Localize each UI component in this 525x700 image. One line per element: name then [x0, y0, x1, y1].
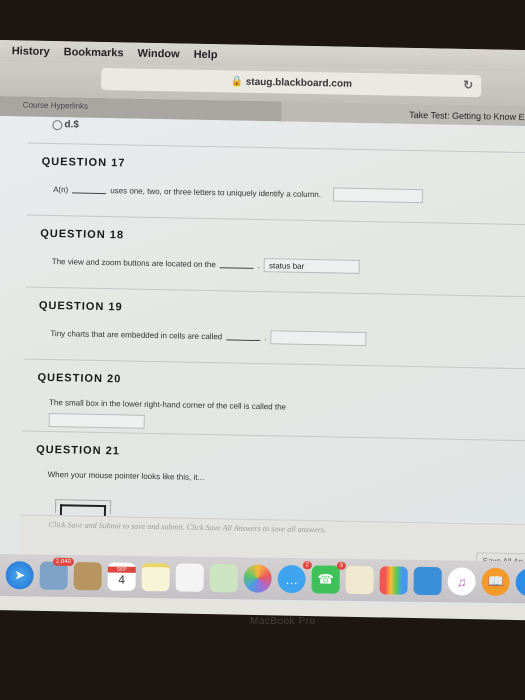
- question-title: QUESTION 18: [40, 227, 125, 242]
- question-20: QUESTION 20 The small box in the lower r…: [22, 358, 525, 441]
- maps-icon[interactable]: [209, 563, 238, 593]
- question-title: QUESTION 21: [36, 443, 120, 458]
- answer-input[interactable]: [270, 330, 367, 347]
- menu-history[interactable]: History: [12, 45, 50, 58]
- reload-icon[interactable]: ↻: [463, 78, 473, 92]
- bezel-label: MacBook Pro: [250, 616, 316, 627]
- notification-badge: 2: [302, 561, 312, 570]
- blank-line: [226, 332, 261, 342]
- app-store-icon[interactable]: A: [515, 568, 525, 597]
- question-title: QUESTION 20: [37, 371, 122, 386]
- facetime-icon[interactable]: ☎ 3: [311, 561, 346, 594]
- numbers-icon[interactable]: [379, 566, 408, 595]
- itunes-icon[interactable]: ♫: [447, 567, 476, 596]
- question-title: QUESTION 19: [38, 299, 123, 314]
- messages-icon[interactable]: … 2: [277, 561, 312, 594]
- question-19: QUESTION 19 Tiny charts that are embedde…: [23, 286, 525, 369]
- question-title: QUESTION 17: [41, 155, 126, 170]
- answer-input[interactable]: [263, 258, 361, 274]
- pointer-image: [54, 499, 112, 515]
- blank-line: [72, 185, 107, 195]
- reminders-icon[interactable]: [175, 563, 204, 592]
- question-17: QUESTION 17 A(n) uses one, two, or three …: [26, 142, 525, 225]
- test-content: d.$ QUESTION 17 A(n) uses one, two, or th…: [0, 115, 525, 607]
- photos-app-icon[interactable]: 2,040: [39, 557, 74, 590]
- blank-line: [219, 260, 254, 269]
- dock: ➤ 2,040 SEP4 …2 ☎3 ♫ 📖 A ⚙: [0, 554, 525, 604]
- pages-icon[interactable]: [345, 565, 374, 595]
- menu-help[interactable]: Help: [194, 49, 218, 61]
- notes-icon[interactable]: [141, 562, 170, 592]
- answer-input[interactable]: [48, 413, 145, 429]
- notification-badge: 2,040: [52, 557, 74, 567]
- contacts-icon[interactable]: [73, 562, 102, 591]
- screen: History Bookmarks Window Help 🔒 staug.bl…: [0, 40, 525, 621]
- answer-input[interactable]: [332, 187, 424, 204]
- ibooks-icon[interactable]: 📖: [481, 567, 510, 597]
- calendar-icon[interactable]: SEP 4: [107, 562, 136, 591]
- address-bar[interactable]: 🔒 staug.blackboard.com ↻: [101, 67, 482, 98]
- keynote-icon[interactable]: [413, 566, 442, 596]
- menu-window[interactable]: Window: [137, 48, 179, 61]
- url-text: staug.blackboard.com: [245, 76, 353, 90]
- lock-icon: 🔒: [230, 75, 246, 88]
- notification-badge: 3: [336, 561, 346, 570]
- photos-icon[interactable]: [243, 564, 272, 593]
- question-18: QUESTION 18 The view and zoom buttons ar…: [25, 214, 525, 297]
- menu-bookmarks[interactable]: Bookmarks: [64, 46, 124, 59]
- safari-icon[interactable]: ➤: [5, 561, 34, 590]
- radio-button[interactable]: [52, 120, 63, 131]
